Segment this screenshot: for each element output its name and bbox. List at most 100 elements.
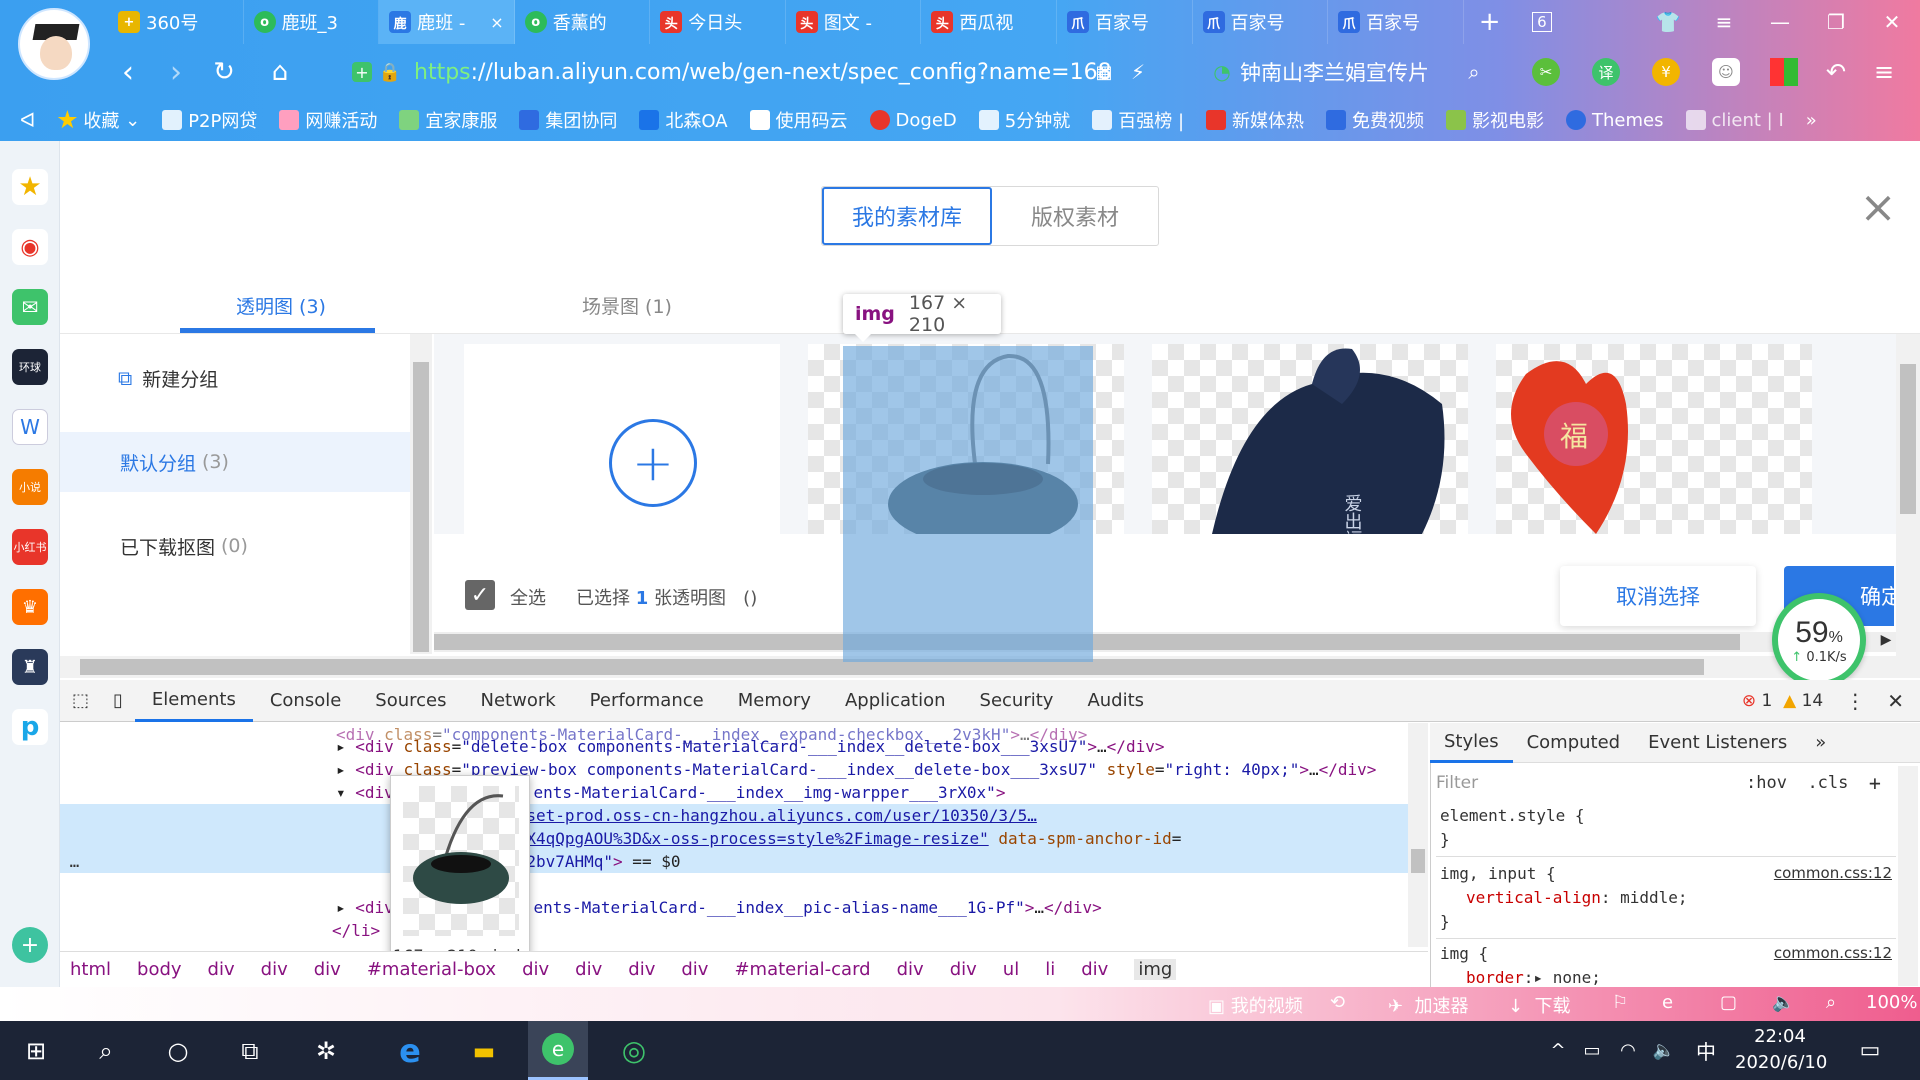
tab-memory[interactable]: Memory [721, 680, 828, 722]
bookmark-item[interactable]: 百强榜 | [1092, 107, 1184, 133]
tab-audits[interactable]: Audits [1070, 680, 1161, 722]
skin-icon[interactable]: 👕 [1640, 0, 1696, 44]
game-icon[interactable]: ♜ [12, 649, 48, 685]
tab-7[interactable]: 头西瓜视 [921, 0, 1057, 44]
crumb[interactable]: div [897, 959, 924, 980]
crumb[interactable]: div [950, 959, 977, 980]
group-scrollbar[interactable] [410, 334, 432, 654]
flag-icon[interactable]: ⚐ [1612, 992, 1628, 1013]
ellipsis-icon[interactable]: … [60, 850, 120, 873]
search-engine-icon[interactable]: ◔ [1210, 60, 1234, 84]
style-declaration[interactable]: vertical-align: middle; [1440, 888, 1688, 907]
translate-icon[interactable]: 译 [1592, 58, 1620, 86]
bookmark-favorites[interactable]: 收藏 ⌄ [57, 107, 140, 133]
crumb[interactable]: div [314, 959, 341, 980]
tab-console[interactable]: Console [253, 680, 358, 722]
bookmark-item[interactable]: client | I [1685, 110, 1784, 131]
crumb[interactable]: div [575, 959, 602, 980]
tab-copyright-material[interactable]: 版权素材 [992, 187, 1158, 245]
device-toggle-icon[interactable]: ▯ [101, 680, 135, 722]
bookmark-item[interactable]: 北森OA [639, 107, 728, 133]
volume-icon[interactable]: 🔈 [1772, 992, 1794, 1013]
back-icon[interactable]: ‹ [110, 54, 146, 90]
inspect-icon[interactable]: ⬚ [60, 680, 101, 722]
user-avatar[interactable] [18, 8, 90, 80]
tab-3-active[interactable]: 鹿鹿班 - × [379, 0, 515, 44]
tab-close-icon[interactable]: × [490, 13, 503, 32]
crumb[interactable]: #material-card [734, 959, 870, 980]
tab-event-listeners[interactable]: Event Listeners [1634, 732, 1801, 753]
coin-icon[interactable]: ¥ [1652, 58, 1680, 86]
styles-filter-input[interactable]: Filter [1436, 766, 1736, 800]
style-declaration[interactable]: border:▸ none; [1440, 968, 1601, 986]
accelerator-button[interactable]: ✈ 加速器 [1388, 992, 1469, 1018]
warning-count[interactable]: 14 [1802, 691, 1824, 711]
news-icon[interactable]: 环球 [12, 349, 48, 385]
more-bookmarks-icon[interactable]: » [1806, 110, 1817, 131]
more-options-icon[interactable]: ⋮ [1845, 689, 1865, 713]
app-icon[interactable]: 小红书 [12, 529, 48, 565]
more-tabs-icon[interactable]: » [1801, 732, 1840, 753]
minimize-icon[interactable]: — [1752, 0, 1808, 44]
search-input[interactable]: 钟南山李兰娟宣传片 [1240, 50, 1540, 94]
my-video-button[interactable]: ▣ 我的视频 [1208, 992, 1303, 1018]
close-devtools-icon[interactable]: ✕ [1887, 689, 1904, 713]
game-icon[interactable]: ♛ [12, 589, 48, 625]
bookmark-item[interactable]: Themes [1566, 110, 1664, 131]
bookmark-item[interactable]: 免费视频 [1326, 107, 1424, 133]
app-icon[interactable]: p [12, 709, 48, 745]
dialog-vscrollbar[interactable] [1896, 334, 1920, 674]
cls-toggle[interactable]: .cls [1807, 773, 1848, 793]
bookmark-item[interactable]: 新媒体热 [1206, 107, 1304, 133]
add-icon[interactable]: + [12, 927, 48, 963]
new-tab-button[interactable]: + [1464, 0, 1516, 44]
tab-network[interactable]: Network [464, 680, 573, 722]
tab-2[interactable]: o 鹿班_3 [244, 0, 380, 44]
bookmark-item[interactable]: DogeD [869, 110, 957, 131]
tab-sources[interactable]: Sources [358, 680, 463, 722]
crumb[interactable]: li [1045, 959, 1055, 980]
bookmark-item[interactable]: 影视电影 [1446, 107, 1544, 133]
group-downloaded[interactable]: 已下载抠图 (0) [60, 516, 410, 576]
group-default[interactable]: 默认分组 (3) [60, 432, 410, 492]
close-window-icon[interactable]: ✕ [1864, 0, 1920, 44]
mail-icon[interactable]: ✉ [12, 289, 48, 325]
window-icon[interactable]: ▢ [1720, 992, 1737, 1013]
bookmark-item[interactable]: 网赚活动 [279, 107, 377, 133]
select-all-checkbox[interactable]: ✓ [465, 580, 495, 610]
dom-line[interactable]: </li> [332, 919, 380, 942]
material-card-sachet[interactable]: 福 [1496, 344, 1812, 534]
tab-elements[interactable]: Elements [134, 680, 253, 722]
network-speed-gauge[interactable]: 59% ↑ 0.1K/s [1772, 593, 1866, 687]
ie-icon[interactable]: e [1662, 992, 1673, 1013]
bookmark-item[interactable]: 宜家康服 [399, 107, 497, 133]
tab-10[interactable]: 爪百家号 [1328, 0, 1464, 44]
crumb[interactable]: div [261, 959, 288, 980]
home-icon[interactable]: ⌂ [262, 54, 298, 90]
wechat-icon[interactable]: ◎ [604, 1021, 664, 1080]
crumb[interactable]: #material-box [367, 959, 496, 980]
restore-icon[interactable]: ❐ [1808, 0, 1864, 44]
sidebar-toggle-icon[interactable]: ᐊ [20, 108, 35, 132]
tab-4[interactable]: o 香薰的 [515, 0, 651, 44]
bookmark-item[interactable]: P2P网贷 [162, 107, 257, 133]
hov-toggle[interactable]: :hov [1746, 773, 1787, 793]
close-dialog-icon[interactable]: × [1858, 186, 1898, 230]
tab-computed[interactable]: Computed [1513, 732, 1635, 753]
file-explorer-icon[interactable]: ▬ [454, 1021, 514, 1080]
material-card-bag[interactable]: 爱出福往者 [1152, 344, 1468, 534]
cortana-icon[interactable]: ○ [148, 1021, 208, 1080]
tab-1[interactable]: +360号 [108, 0, 244, 44]
360-browser-taskbar-icon[interactable]: e [528, 1021, 588, 1080]
weibo-icon[interactable]: ◉ [12, 229, 48, 265]
speaker-icon[interactable]: 🔈 [1646, 1021, 1682, 1080]
tab-9[interactable]: 爪百家号 [1193, 0, 1329, 44]
style-source-link[interactable]: common.css:12 [1774, 864, 1892, 882]
clock[interactable]: 22:04 2020/6/10 [1735, 1024, 1827, 1076]
menu-icon[interactable]: ≡ [1696, 0, 1752, 44]
crumb[interactable]: div [208, 959, 235, 980]
search-icon[interactable]: ⌕ [1462, 60, 1486, 84]
style-source-link[interactable]: common.css:12 [1774, 944, 1892, 962]
crumb[interactable]: div [1081, 959, 1108, 980]
wifi-icon[interactable]: ◠ [1610, 1021, 1646, 1080]
